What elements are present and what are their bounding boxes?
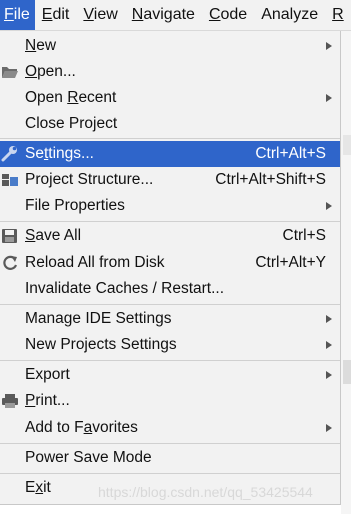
menu-item-manage-ide-settings[interactable]: Manage IDE Settings xyxy=(0,306,340,332)
menu-item-save-all[interactable]: Save All Ctrl+S xyxy=(0,223,340,249)
print-icon xyxy=(1,392,19,410)
menu-item-file-properties[interactable]: File Properties xyxy=(0,193,340,219)
reload-icon xyxy=(1,254,19,272)
menu-item-label: Save All xyxy=(25,227,82,244)
menu-item-reload-all[interactable]: Reload All from Disk Ctrl+Alt+Y xyxy=(0,250,340,276)
menu-item-settings[interactable]: Settings... Ctrl+Alt+S xyxy=(0,141,340,167)
menu-item-new-projects-settings[interactable]: New Projects Settings xyxy=(0,332,340,358)
menu-item-shortcut: Ctrl+Alt+S xyxy=(255,145,326,162)
menu-item-project-structure[interactable]: Project Structure... Ctrl+Alt+Shift+S xyxy=(0,167,340,193)
menu-item-shortcut: Ctrl+Alt+Shift+S xyxy=(215,171,326,188)
menu-view-mnemonic: V xyxy=(83,6,94,23)
menu-separator xyxy=(0,304,340,305)
submenu-arrow-icon xyxy=(326,371,332,379)
menu-bar: File Edit View Navigate Code Analyze R xyxy=(0,0,351,31)
menu-item-label: Open Recent xyxy=(25,89,117,106)
menu-truncated[interactable]: R xyxy=(325,0,351,30)
menu-item-label: Power Save Mode xyxy=(25,449,152,466)
menu-item-label: Print... xyxy=(25,392,70,409)
file-menu-dropdown: New Open... Open Recent Close Project Se… xyxy=(0,31,341,505)
menu-view[interactable]: View xyxy=(76,0,124,30)
menu-code[interactable]: Code xyxy=(202,0,254,30)
menu-navigate[interactable]: Navigate xyxy=(125,0,202,30)
menu-code-label: ode xyxy=(220,6,248,23)
menu-item-open-recent[interactable]: Open Recent xyxy=(0,85,340,111)
menu-item-label: New Projects Settings xyxy=(25,336,177,353)
wrench-icon xyxy=(1,145,19,163)
submenu-arrow-icon xyxy=(326,315,332,323)
submenu-arrow-icon xyxy=(326,424,332,432)
menu-item-label: Settings... xyxy=(25,145,94,162)
menu-file-mnemonic: F xyxy=(4,6,14,23)
submenu-arrow-icon xyxy=(326,42,332,50)
menu-separator xyxy=(0,443,340,444)
menu-item-label: Export xyxy=(25,366,70,383)
menu-item-label: Close Project xyxy=(25,115,118,132)
menu-item-power-save-mode[interactable]: Power Save Mode xyxy=(0,445,340,471)
menu-separator xyxy=(0,138,340,139)
menu-analyze-label: Analyze xyxy=(261,6,319,23)
menu-item-label: File Properties xyxy=(25,197,125,214)
submenu-arrow-icon xyxy=(326,94,332,102)
menu-separator xyxy=(0,360,340,361)
menu-item-add-to-favorites[interactable]: Add to Favorites xyxy=(0,415,340,441)
menu-item-label: Manage IDE Settings xyxy=(25,310,172,327)
menu-edit-mnemonic: E xyxy=(41,6,53,23)
menu-item-shortcut: Ctrl+Alt+Y xyxy=(255,254,326,271)
menu-item-export[interactable]: Export xyxy=(0,362,340,388)
menu-item-label: New xyxy=(25,37,57,54)
menu-item-invalidate-caches[interactable]: Invalidate Caches / Restart... xyxy=(0,276,340,302)
menu-truncated-mnemonic: R xyxy=(332,6,344,23)
menu-code-mnemonic: C xyxy=(208,6,221,23)
background-editor-edge xyxy=(341,31,351,514)
menu-separator xyxy=(0,221,340,222)
submenu-arrow-icon xyxy=(326,202,332,210)
folder-icon xyxy=(1,63,19,81)
menu-item-new[interactable]: New xyxy=(0,33,340,59)
menu-item-open[interactable]: Open... xyxy=(0,59,340,85)
background-mark xyxy=(343,360,351,384)
menu-file-label: ile xyxy=(13,6,30,23)
background-mark xyxy=(343,135,351,155)
menu-item-shortcut: Ctrl+S xyxy=(282,227,327,244)
menu-navigate-label: avigate xyxy=(143,6,195,23)
menu-separator xyxy=(0,473,340,474)
menu-item-label: Invalidate Caches / Restart... xyxy=(25,280,225,297)
menu-edit[interactable]: Edit xyxy=(35,0,77,30)
menu-navigate-mnemonic: N xyxy=(131,6,144,23)
menu-item-label: Project Structure... xyxy=(25,171,154,188)
project-structure-icon xyxy=(1,171,19,189)
watermark-text: https://blog.csdn.net/qq_53425544 xyxy=(98,484,313,500)
menu-item-label: Reload All from Disk xyxy=(25,254,165,271)
menu-analyze[interactable]: Analyze xyxy=(254,0,325,30)
menu-item-label: Open... xyxy=(25,63,76,80)
save-icon xyxy=(1,227,19,245)
submenu-arrow-icon xyxy=(326,341,332,349)
menu-item-print[interactable]: Print... xyxy=(0,388,340,414)
menu-item-close-project[interactable]: Close Project xyxy=(0,111,340,137)
menu-item-label: Exit xyxy=(25,479,51,496)
menu-item-label: Add to Favorites xyxy=(25,419,138,436)
menu-edit-label: dit xyxy=(52,6,70,23)
menu-file[interactable]: File xyxy=(0,0,35,30)
menu-view-label: iew xyxy=(93,6,118,23)
